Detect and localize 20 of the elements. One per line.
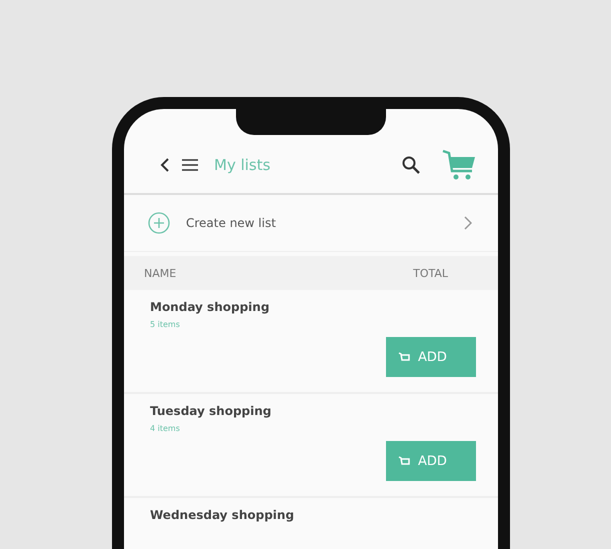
cart-icon xyxy=(398,455,410,467)
create-list-row[interactable]: Create new list xyxy=(124,195,498,252)
list-row[interactable]: Tuesday shopping 4 items ADD xyxy=(124,394,498,498)
page-title: My lists xyxy=(214,156,270,174)
list-name: Tuesday shopping xyxy=(150,404,272,418)
list-row[interactable]: Monday shopping 5 items ADD xyxy=(124,290,498,394)
list-name: Wednesday shopping xyxy=(150,508,296,522)
menu-icon[interactable] xyxy=(182,159,198,171)
search-icon[interactable] xyxy=(402,156,420,174)
column-header: TOTAL xyxy=(413,266,448,280)
column-header: NAME xyxy=(144,266,176,280)
create-list-label: Create new list xyxy=(186,216,276,230)
list-row[interactable]: Wednesday shopping xyxy=(124,498,498,549)
cart-icon xyxy=(398,351,410,363)
list-name: Monday shopping xyxy=(150,300,270,314)
plus-circle-icon xyxy=(148,212,170,234)
item-count: 4 items xyxy=(150,424,181,433)
chevron-right-icon xyxy=(464,216,472,230)
back-icon[interactable] xyxy=(160,158,170,172)
item-count: 5 items xyxy=(150,320,181,329)
